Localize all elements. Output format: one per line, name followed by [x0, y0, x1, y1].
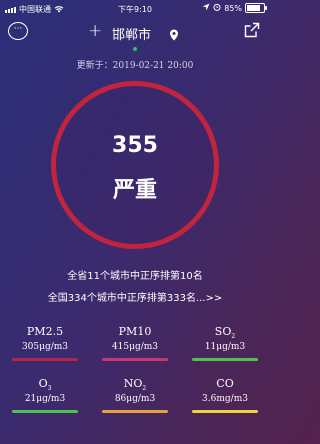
pollutant-name: PM2.5 [26, 325, 64, 338]
province-rank: 全省11个城市中正序排第10名 [67, 271, 203, 282]
update-time: 更新于：2019-02-21 20:00 [76, 61, 194, 71]
pollutant-name: SO2 [214, 325, 236, 341]
pollutant-value: 415μg/m3 [111, 342, 159, 352]
pollutant-name: O3 [38, 377, 52, 393]
pollutant-name: CO [216, 377, 234, 390]
pollutant-value: 86μg/m3 [114, 394, 156, 404]
aqi-ring [51, 81, 219, 249]
pollutant-pm10[interactable]: PM10 415μg/m3 [96, 325, 174, 361]
pollutant-level-bar [12, 358, 78, 361]
aqi-level: 严重 [112, 178, 157, 203]
pollutant-level-bar [102, 410, 168, 413]
pollutant-pm25[interactable]: PM2.5 305μg/m3 [6, 325, 84, 361]
status-bar: 中国联通 下午9:10 85% [0, 0, 270, 20]
pollutant-level-bar [192, 410, 258, 413]
pollutant-value: 21μg/m3 [24, 394, 66, 404]
aqi-value: 355 [112, 133, 158, 158]
alarm-icon [213, 3, 221, 13]
pollutant-level-bar [12, 410, 78, 413]
battery-percent: 85% [224, 3, 242, 13]
pollutant-value: 11μg/m3 [204, 342, 246, 352]
country-rank-link[interactable]: 全国334个城市中正序排第333名...>> [0, 289, 270, 304]
pollutant-name: NO2 [123, 377, 147, 393]
pollutant-name: PM10 [118, 325, 152, 338]
share-icon[interactable] [244, 22, 260, 38]
pollutant-value: 3.6mg/m3 [202, 394, 248, 404]
location-arrow-icon [202, 3, 210, 13]
battery-icon [245, 3, 267, 13]
location-pin-icon[interactable] [169, 26, 179, 41]
pollutant-so2[interactable]: SO2 11μg/m3 [186, 325, 264, 361]
header: ··· + 邯郸市 [0, 20, 270, 48]
pollutant-level-bar [102, 358, 168, 361]
pollutant-value: 305μg/m3 [21, 342, 69, 352]
page-indicator-dot [133, 47, 137, 51]
city-name[interactable]: 邯郸市 [112, 24, 151, 43]
pollutant-level-bar [192, 358, 258, 361]
add-city-icon[interactable]: + [88, 20, 102, 42]
message-icon[interactable]: ··· [8, 22, 28, 40]
pollutant-co[interactable]: CO 3.6mg/m3 [186, 377, 264, 413]
pollutant-no2[interactable]: NO2 86μg/m3 [96, 377, 174, 413]
pollutant-o3[interactable]: O3 21μg/m3 [6, 377, 84, 413]
